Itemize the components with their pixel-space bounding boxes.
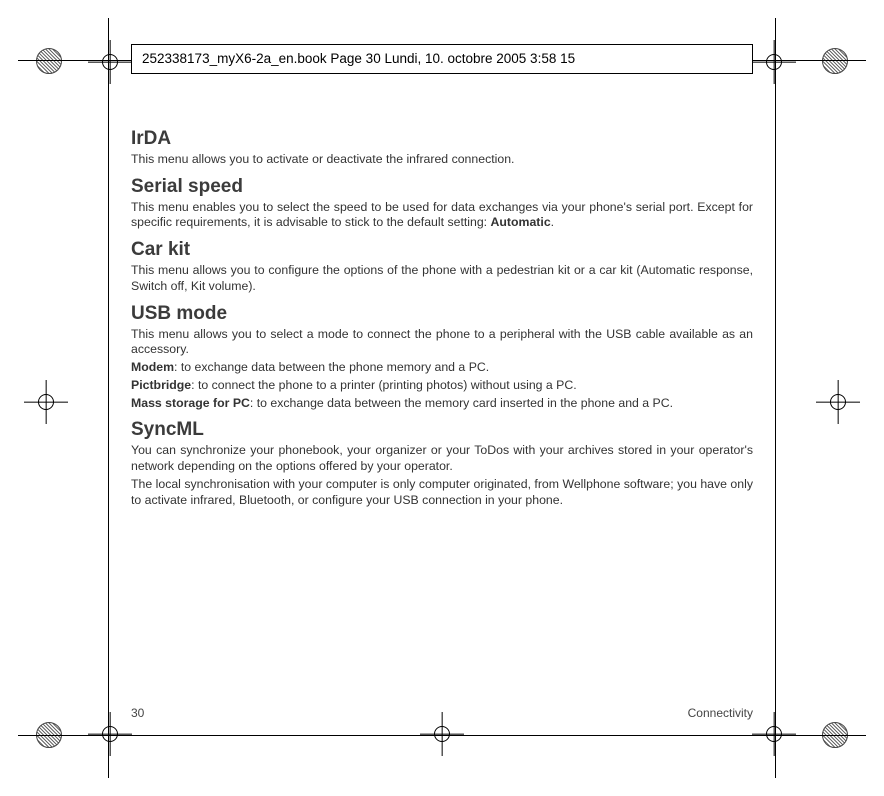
- heading-serial-speed: Serial speed: [131, 176, 753, 198]
- trim-line: [775, 18, 776, 778]
- page-content: IrDA This menu allows you to activate or…: [131, 128, 753, 696]
- crop-mark: [88, 40, 132, 84]
- paragraph: Mass storage for PC: to exchange data be…: [131, 396, 753, 412]
- page-footer: 30 Connectivity: [131, 706, 753, 720]
- paragraph: Pictbridge: to connect the phone to a pr…: [131, 378, 753, 394]
- trim-line: [108, 18, 109, 778]
- heading-usb-mode: USB mode: [131, 303, 753, 325]
- page-header-bar: 252338173_myX6-2a_en.book Page 30 Lundi,…: [131, 44, 753, 74]
- registration-mark-top-left: [36, 48, 62, 74]
- paragraph: This menu allows you to activate or deac…: [131, 152, 753, 168]
- trim-line: [18, 735, 866, 736]
- crop-mark: [752, 712, 796, 756]
- page-number: 30: [131, 706, 144, 720]
- heading-syncml: SyncML: [131, 419, 753, 441]
- paragraph: This menu allows you to configure the op…: [131, 263, 753, 294]
- paragraph: Modem: to exchange data between the phon…: [131, 360, 753, 376]
- crop-mark: [88, 712, 132, 756]
- header-text: 252338173_myX6-2a_en.book Page 30 Lundi,…: [142, 51, 575, 66]
- crop-mark: [752, 40, 796, 84]
- heading-car-kit: Car kit: [131, 239, 753, 261]
- paragraph: This menu enables you to select the spee…: [131, 200, 753, 231]
- paragraph: The local synchronisation with your comp…: [131, 477, 753, 508]
- paragraph: This menu allows you to select a mode to…: [131, 327, 753, 358]
- crop-mark: [24, 380, 68, 424]
- heading-irda: IrDA: [131, 128, 753, 150]
- section-name: Connectivity: [688, 706, 753, 720]
- registration-mark-top-right: [822, 48, 848, 74]
- paragraph: You can synchronize your phonebook, your…: [131, 443, 753, 474]
- crop-mark: [816, 380, 860, 424]
